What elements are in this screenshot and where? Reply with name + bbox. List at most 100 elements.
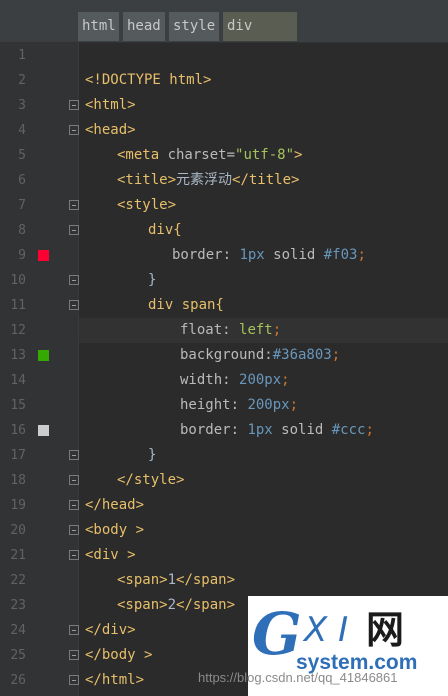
- line-number: 13: [10, 348, 26, 363]
- fold-marker-icon[interactable]: [69, 525, 79, 535]
- code-token: charset=: [167, 147, 236, 163]
- code-token: ;: [281, 372, 290, 388]
- line-number: 17: [10, 448, 26, 463]
- color-swatch-green-icon[interactable]: [38, 350, 49, 361]
- code-line: </head>: [85, 493, 144, 518]
- fold-marker-icon[interactable]: [69, 625, 79, 635]
- code-line: background:#36a803;: [180, 343, 340, 368]
- code-token: 200px: [239, 372, 282, 388]
- line-number: 26: [10, 673, 26, 688]
- line-number: 16: [10, 423, 26, 438]
- code-token: </div>: [85, 622, 136, 638]
- code-token: </title>: [232, 172, 300, 188]
- code-token: </span>: [176, 572, 236, 588]
- fold-marker-icon[interactable]: [69, 500, 79, 510]
- code-token: 1px: [247, 422, 273, 438]
- code-token: #ccc: [331, 422, 366, 438]
- code-token: >: [294, 147, 303, 163]
- code-line: </div>: [85, 618, 136, 643]
- code-line: <body >: [85, 518, 144, 543]
- line-number: 21: [10, 548, 26, 563]
- code-token: </style>: [117, 472, 185, 488]
- code-line: border: 1px solid #ccc;: [180, 418, 374, 443]
- code-token: <html>: [85, 97, 136, 113]
- code-token: 2: [167, 597, 177, 613]
- code-token: <head>: [85, 122, 136, 138]
- code-token: <title>: [117, 172, 177, 188]
- code-line: div{: [148, 218, 182, 243]
- fold-marker-icon[interactable]: [69, 675, 79, 685]
- fold-marker-icon[interactable]: [69, 300, 79, 310]
- code-token: #36a803: [272, 347, 332, 363]
- breadcrumb-div-span[interactable]: div span: [223, 12, 297, 63]
- code-token: 1: [167, 572, 177, 588]
- code-token: }: [148, 447, 157, 463]
- code-line: </style>: [117, 468, 184, 493]
- code-token: </body >: [85, 647, 153, 663]
- line-number: 15: [10, 398, 26, 413]
- line-number: 24: [10, 623, 26, 638]
- code-line: <html>: [85, 93, 136, 118]
- code-token: solid: [264, 247, 324, 263]
- fold-marker-icon[interactable]: [69, 550, 79, 560]
- code-token: <style>: [117, 197, 177, 213]
- code-token: <meta: [117, 147, 168, 163]
- code-token: ;: [357, 247, 366, 263]
- code-token: ;: [289, 397, 299, 413]
- line-number: 18: [10, 473, 26, 488]
- breadcrumb-style[interactable]: style: [169, 12, 219, 41]
- code-token: div span{: [148, 297, 224, 313]
- line-number: 3: [18, 98, 26, 113]
- code-token: div{: [148, 222, 182, 238]
- color-swatch-red-icon[interactable]: [38, 250, 49, 261]
- line-number: 2: [18, 73, 26, 88]
- line-number: 7: [18, 198, 26, 213]
- logo-g-text: G: [252, 600, 302, 668]
- code-line: </body >: [85, 643, 152, 668]
- fold-marker-icon[interactable]: [69, 125, 79, 135]
- fold-marker-icon[interactable]: [69, 475, 79, 485]
- fold-marker-icon[interactable]: [69, 200, 79, 210]
- line-number: 10: [10, 273, 26, 288]
- line-number: 20: [10, 523, 26, 538]
- breadcrumb-html[interactable]: html: [78, 12, 119, 41]
- line-number: 5: [18, 148, 26, 163]
- line-number: 11: [10, 298, 26, 313]
- code-token: </html>: [85, 672, 145, 688]
- logo-xi-text: X I: [304, 610, 349, 650]
- code-token: <span>: [117, 597, 168, 613]
- line-number: 9: [18, 248, 26, 263]
- code-token: border:: [180, 422, 248, 438]
- code-line: <span>2</span>: [117, 593, 235, 618]
- line-number: 1: [18, 48, 26, 63]
- color-swatch-gray-icon[interactable]: [38, 425, 49, 436]
- code-line: div span{: [148, 293, 224, 318]
- code-line: <title>元素浮动</title>: [117, 168, 299, 193]
- code-line: <head>: [85, 118, 136, 143]
- code-line: <span>1</span>: [117, 568, 235, 593]
- code-line: border: 1px solid #f03;: [172, 243, 366, 268]
- code-token: 200px: [247, 397, 290, 413]
- line-number: 4: [18, 123, 26, 138]
- code-token: </head>: [85, 497, 145, 513]
- fold-marker-icon[interactable]: [69, 225, 79, 235]
- line-number: 22: [10, 573, 26, 588]
- code-token: #f03: [323, 247, 358, 263]
- code-line: <div >: [85, 543, 136, 568]
- code-token: background:: [180, 347, 273, 363]
- fold-marker-icon[interactable]: [69, 275, 79, 285]
- code-line: <!DOCTYPE html>: [85, 68, 211, 93]
- breadcrumb-head[interactable]: head: [123, 12, 165, 41]
- code-token: <div >: [85, 547, 136, 563]
- code-token: border:: [172, 247, 240, 263]
- code-line: }: [148, 268, 156, 293]
- code-token: "utf-8": [235, 147, 295, 163]
- line-number: 23: [10, 598, 26, 613]
- code-line: </html>: [85, 668, 144, 693]
- fold-marker-icon[interactable]: [69, 100, 79, 110]
- code-token: float:: [180, 322, 240, 338]
- code-token: <!DOCTYPE html>: [85, 72, 212, 88]
- fold-marker-icon[interactable]: [69, 650, 79, 660]
- code-line: width: 200px;: [180, 368, 290, 393]
- fold-marker-icon[interactable]: [69, 450, 79, 460]
